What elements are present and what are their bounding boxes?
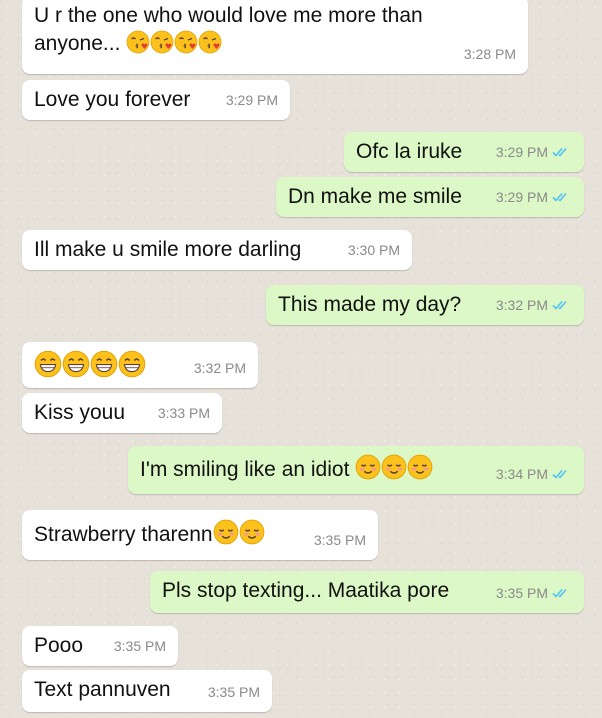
- message-time: 3:30 PM: [347, 242, 400, 258]
- message-meta: 3:35 PM: [314, 526, 366, 554]
- kiss-emoji-icon: [198, 30, 222, 54]
- message-text: Ill make u smile more darling: [34, 238, 302, 261]
- blush-emoji-icon: [213, 519, 239, 545]
- grin-emoji-icon: [34, 350, 62, 378]
- message-bubble-incoming[interactable]: Pooo 3:35 PM: [22, 626, 178, 666]
- message-meta: 3:35 PM: [114, 632, 166, 660]
- read-ticks-icon: [552, 191, 572, 203]
- message-time: 3:35 PM: [207, 684, 260, 700]
- message-meta: 3:34 PM: [496, 460, 572, 488]
- message-meta: 3:35 PM: [208, 678, 260, 706]
- read-ticks-icon: [552, 146, 572, 158]
- message-time: 3:32 PM: [193, 360, 246, 376]
- message-text: Pooo: [34, 634, 84, 657]
- message-time: 3:35 PM: [113, 638, 166, 654]
- message-bubble-incoming[interactable]: Kiss youu 3:33 PM: [22, 393, 222, 433]
- message-text: Ofc la iruke: [356, 140, 463, 163]
- message-bubble-outgoing[interactable]: Dn make me smile 3:29 PM: [276, 177, 584, 217]
- message-meta: 3:29 PM: [496, 183, 572, 211]
- message-text: This made my day?: [278, 293, 462, 316]
- message-meta: 3:33 PM: [158, 399, 210, 427]
- message-bubble-incoming[interactable]: Love you forever 3:29 PM: [22, 80, 290, 120]
- chat-conversation: U r the one who would love me more than …: [0, 0, 602, 718]
- message-meta: 3:28 PM: [464, 40, 516, 68]
- message-bubble-incoming[interactable]: 3:32 PM: [22, 342, 258, 388]
- message-text: Strawberry tharenn: [34, 523, 213, 546]
- message-bubble-incoming[interactable]: Ill make u smile more darling 3:30 PM: [22, 230, 412, 270]
- blush-emoji-icon: [239, 519, 265, 545]
- grin-emoji-icon: [118, 350, 146, 378]
- message-text-line2: anyone...: [34, 30, 516, 58]
- message-meta: 3:29 PM: [496, 138, 572, 166]
- message-time: 3:35 PM: [495, 585, 548, 601]
- message-meta: 3:35 PM: [496, 579, 572, 607]
- kiss-emoji-icon: [150, 30, 174, 54]
- read-ticks-icon: [552, 468, 572, 480]
- read-ticks-icon: [552, 299, 572, 311]
- kiss-emoji-icon: [126, 30, 150, 54]
- message-time: 3:29 PM: [225, 92, 278, 108]
- message-time: 3:29 PM: [495, 189, 548, 205]
- message-text: I'm smiling like an idiot: [140, 458, 350, 481]
- blush-emoji-icon: [407, 454, 433, 480]
- message-text: Love you forever: [34, 88, 191, 111]
- message-time: 3:35 PM: [313, 532, 366, 548]
- message-bubble-outgoing[interactable]: Pls stop texting... Maatika pore 3:35 PM: [150, 571, 584, 613]
- message-text: Kiss youu: [34, 401, 126, 424]
- message-time: 3:29 PM: [495, 144, 548, 160]
- message-time: 3:33 PM: [157, 405, 210, 421]
- message-time: 3:34 PM: [495, 466, 548, 482]
- grin-emoji-icon: [62, 350, 90, 378]
- message-meta: 3:29 PM: [226, 86, 278, 114]
- message-meta: 3:32 PM: [194, 354, 246, 382]
- blush-emoji-icon: [355, 454, 381, 480]
- message-bubble-incoming[interactable]: U r the one who would love me more than …: [22, 0, 528, 74]
- message-bubble-outgoing[interactable]: Ofc la iruke 3:29 PM: [344, 132, 584, 172]
- message-text: Dn make me smile: [288, 185, 462, 208]
- read-ticks-icon: [552, 587, 572, 599]
- message-bubble-outgoing[interactable]: I'm smiling like an idiot 3:34 PM: [128, 446, 584, 494]
- grin-emoji-icon: [90, 350, 118, 378]
- message-meta: 3:30 PM: [348, 236, 400, 264]
- kiss-emoji-icon: [174, 30, 198, 54]
- message-bubble-outgoing[interactable]: This made my day? 3:32 PM: [266, 285, 584, 325]
- message-time: 3:28 PM: [463, 46, 516, 62]
- message-meta: 3:32 PM: [496, 291, 572, 319]
- blush-emoji-icon: [381, 454, 407, 480]
- message-bubble-incoming[interactable]: Text pannuven 3:35 PM: [22, 670, 272, 712]
- message-text: Pls stop texting... Maatika pore: [162, 579, 450, 602]
- message-time: 3:32 PM: [495, 297, 548, 313]
- message-text: Text pannuven: [34, 678, 171, 701]
- message-text: U r the one who would love me more than: [34, 4, 423, 27]
- message-bubble-incoming[interactable]: Strawberry tharenn 3:35 PM: [22, 510, 378, 560]
